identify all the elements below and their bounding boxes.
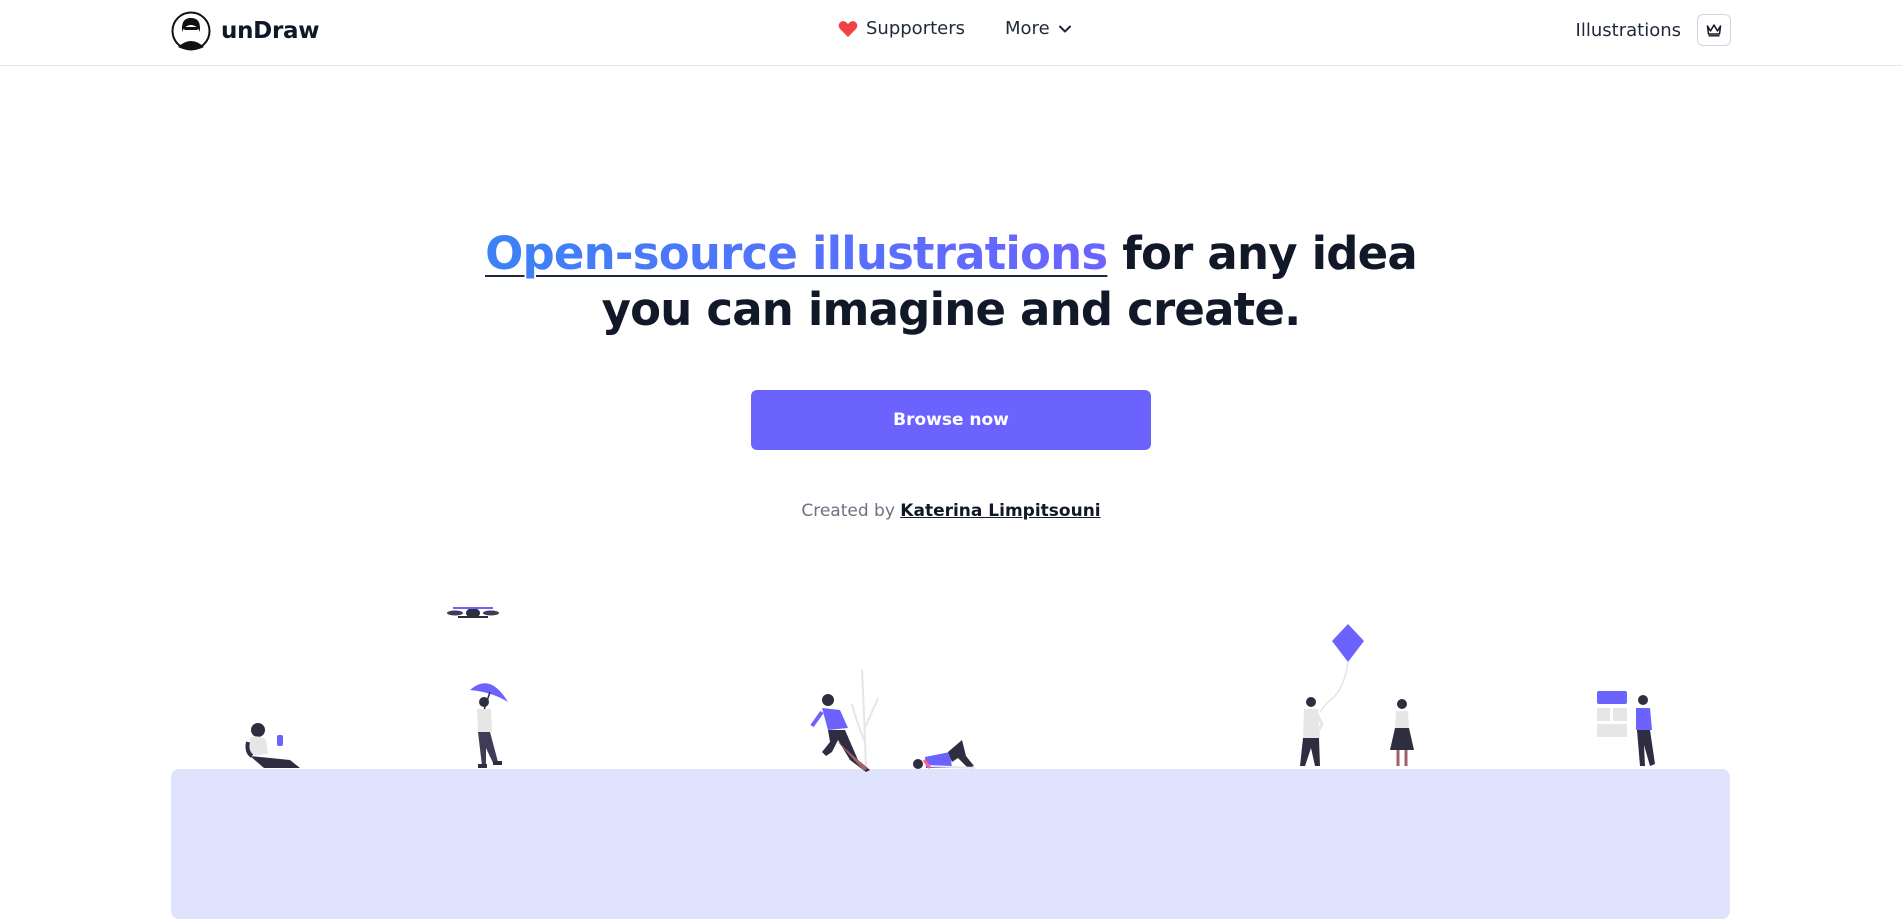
standing-woman-illustration bbox=[1390, 699, 1414, 766]
grid-panel-illustration bbox=[1597, 691, 1627, 737]
brand-name: unDraw bbox=[221, 18, 320, 44]
umbrella-person-illustration bbox=[470, 683, 508, 768]
sitting-person-illustration bbox=[245, 723, 300, 768]
standing-man-illustration bbox=[1636, 695, 1655, 766]
kite-illustration bbox=[1319, 624, 1364, 713]
top-navbar: unDraw Supporters More Illustrations bbox=[0, 0, 1902, 66]
main-nav: Supporters More bbox=[838, 18, 1072, 39]
nav-more-label: More bbox=[1005, 18, 1050, 39]
author-link[interactable]: Katerina Limpitsouni bbox=[900, 501, 1100, 521]
nav-illustrations-link[interactable]: Illustrations bbox=[1576, 20, 1681, 41]
hero-heading-link[interactable]: Open-source illustrations bbox=[485, 227, 1108, 280]
nav-supporters-label: Supporters bbox=[866, 18, 966, 39]
heart-icon bbox=[838, 20, 858, 37]
crown-icon bbox=[1706, 24, 1722, 37]
showcase-panel bbox=[171, 769, 1730, 919]
kite-flyer-illustration bbox=[1300, 697, 1324, 766]
brand-logo[interactable]: unDraw bbox=[171, 11, 319, 51]
yoga-person-illustration bbox=[913, 740, 976, 769]
chevron-down-icon bbox=[1058, 25, 1071, 32]
nav-supporters-link[interactable]: Supporters bbox=[838, 18, 965, 39]
plant-illustration bbox=[851, 669, 879, 771]
author-credit: Created by Katerina Limpitsouni bbox=[751, 501, 1151, 521]
hero-illustrations bbox=[245, 607, 1655, 772]
logo-avatar-icon bbox=[171, 11, 211, 51]
hero-heading: Open-source illustrations for any idea y… bbox=[451, 226, 1451, 338]
nav-more-dropdown[interactable]: More bbox=[1005, 18, 1072, 39]
credit-prefix: Created by bbox=[801, 501, 901, 521]
nav-right: Illustrations bbox=[1576, 14, 1731, 46]
browse-now-button[interactable]: Browse now bbox=[751, 390, 1151, 450]
premium-button[interactable] bbox=[1697, 14, 1731, 46]
drone-illustration bbox=[447, 607, 499, 618]
